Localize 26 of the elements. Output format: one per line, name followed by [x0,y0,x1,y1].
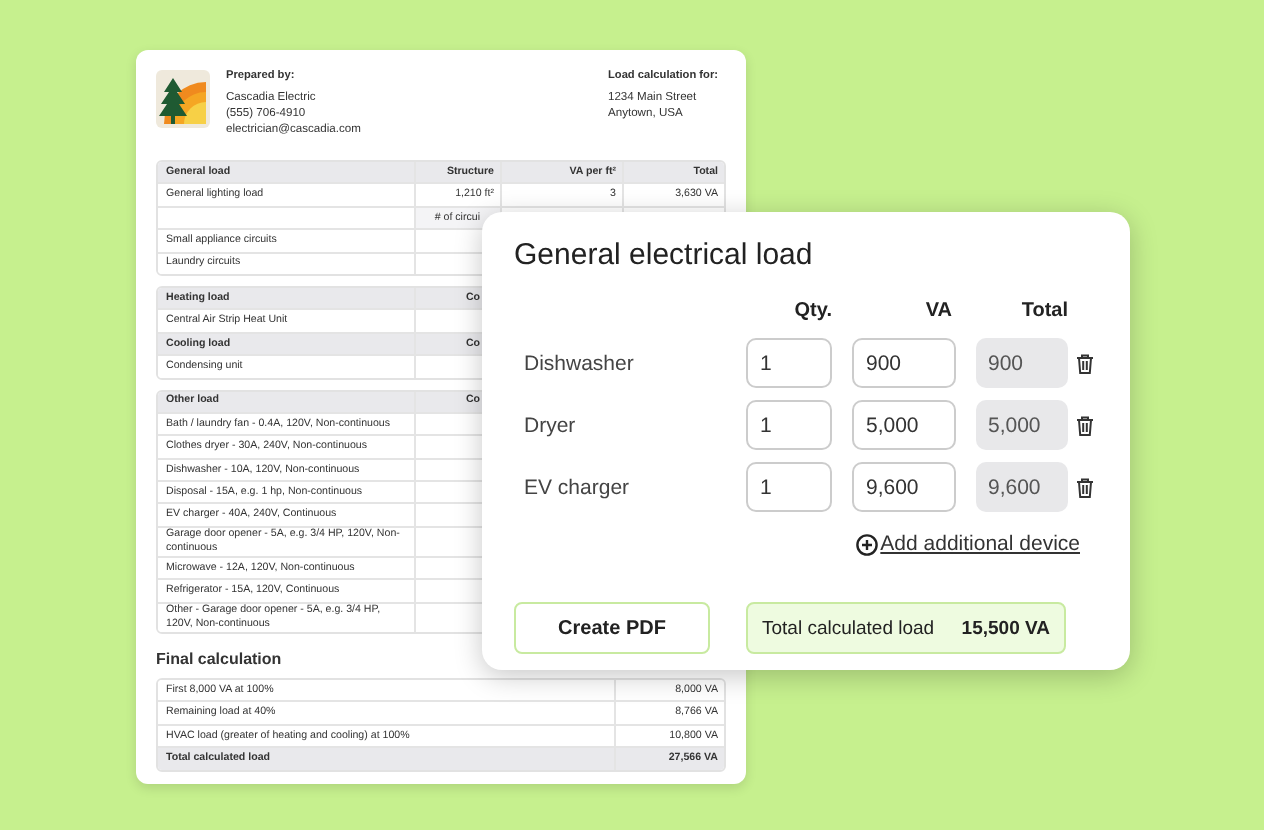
va-field[interactable]: 9,600 [852,462,956,512]
add-device-link[interactable]: Add additional device [856,532,1080,556]
total-load-label: Total calculated load [762,617,935,639]
column-header: Qty. [792,300,832,322]
trash-icon[interactable] [1075,353,1093,373]
quantity-field[interactable]: 1 [746,400,832,450]
device-name: EV charger [522,475,632,499]
trash-icon[interactable] [1075,477,1093,497]
device-name: Dishwasher [522,351,636,375]
trash-icon[interactable] [1075,415,1093,435]
final-calculation-title: Final calculation [156,650,284,669]
quantity-field[interactable]: 1 [746,462,832,512]
total-field: 900 [976,338,1068,388]
total-load-value: 15,500 VA [961,617,1050,639]
column-header: Total [1019,300,1068,322]
create-pdf-button[interactable]: Create PDF [514,602,710,654]
total-field: 5,000 [976,400,1068,450]
device-name: Dryer [522,413,578,437]
va-field[interactable]: 5,000 [852,400,956,450]
dialog-title: General electrical load [514,238,815,272]
total-field: 9,600 [976,462,1068,512]
plus-circle-icon [856,533,879,555]
quantity-field[interactable]: 1 [746,338,832,388]
va-field[interactable]: 900 [852,338,956,388]
column-header: VA [923,300,954,322]
logo-icon [156,70,210,128]
